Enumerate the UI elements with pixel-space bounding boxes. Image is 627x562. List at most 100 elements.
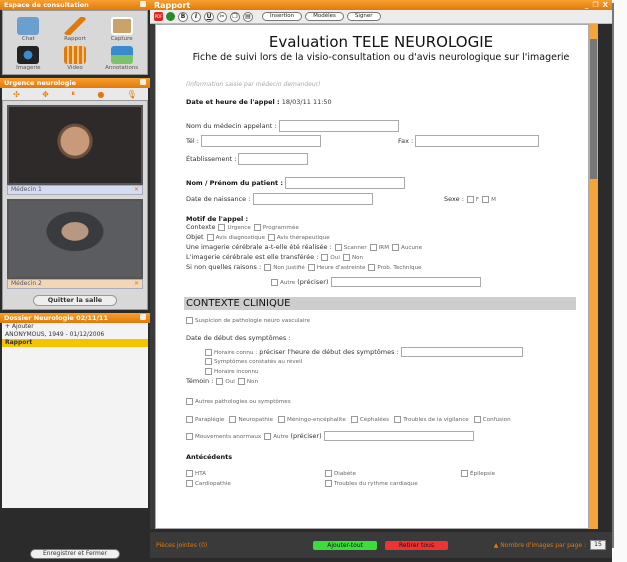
layout-icon[interactable]: ✥	[42, 90, 49, 99]
checkbox[interactable]	[186, 397, 193, 405]
modeles-button[interactable]: Modèles	[305, 12, 344, 21]
scrollbar-thumb[interactable]	[590, 39, 597, 179]
attachments-footer: Pièces jointes (0) Ajouter-tout Retirer …	[150, 532, 612, 558]
medecin-field[interactable]	[278, 120, 399, 132]
report-item[interactable]: Rapport	[2, 339, 148, 347]
sexe-m-checkbox[interactable]	[482, 195, 490, 203]
minimize-icon[interactable]	[140, 1, 146, 7]
minimize-icon[interactable]	[140, 314, 146, 320]
images-per-page-select[interactable]: 15	[590, 540, 606, 550]
remove-all-button[interactable]: Retirer tous	[384, 540, 448, 550]
checkbox[interactable]	[186, 316, 193, 324]
quit-room-button[interactable]: Quitter la salle	[33, 295, 117, 306]
tool-imagerie[interactable]: Imagerie	[6, 44, 51, 71]
record-icon[interactable]: ●	[97, 90, 104, 99]
naissance-label: Date de naissance :	[186, 195, 251, 203]
tool-annotations[interactable]: Annotations	[99, 44, 144, 71]
medecin-label: Nom du médecin appelant :	[186, 122, 277, 130]
checkbox[interactable]	[229, 415, 237, 423]
microphone-icon[interactable]: 🎙	[127, 90, 137, 99]
naissance-field[interactable]	[252, 193, 373, 205]
option-label: Non	[351, 255, 364, 261]
checkbox[interactable]	[321, 253, 329, 261]
checkbox[interactable]	[216, 377, 224, 385]
tel-field[interactable]	[201, 135, 322, 147]
bold-button[interactable]: B	[178, 11, 188, 22]
paste-icon[interactable]: ▤	[243, 11, 253, 22]
checkbox[interactable]	[264, 432, 272, 440]
checkbox[interactable]	[369, 243, 377, 251]
checkbox[interactable]	[278, 415, 286, 423]
checkbox[interactable]	[205, 367, 212, 375]
option-label: Épilepsie	[470, 471, 496, 477]
checkbox[interactable]	[334, 243, 342, 251]
document-scrollbar[interactable]	[589, 24, 598, 529]
checkbox[interactable]	[205, 357, 212, 365]
heure-field[interactable]	[400, 347, 523, 357]
checkbox[interactable]	[205, 348, 212, 356]
medecin-line: Nom du médecin appelant :	[186, 120, 576, 132]
checkbox[interactable]	[461, 469, 468, 477]
sexe-f-checkbox[interactable]	[466, 195, 474, 203]
signer-button[interactable]: Signer	[346, 12, 381, 21]
autre-field[interactable]	[330, 277, 481, 287]
checkbox[interactable]	[271, 278, 278, 286]
patient-field[interactable]	[285, 177, 406, 189]
cut-icon[interactable]: ✂	[217, 11, 227, 22]
italic-button[interactable]: I	[191, 11, 201, 22]
pdf-icon[interactable]: PDF	[154, 12, 163, 21]
checkbox[interactable]	[267, 233, 275, 241]
video-feed-1[interactable]	[7, 105, 143, 185]
add-all-button[interactable]: Ajouter-tout	[313, 540, 377, 550]
symptoms-line: Paraplégie Neuropathie Méningo-encéphali…	[186, 415, 576, 425]
checkbox[interactable]	[394, 415, 402, 423]
tool-rapport[interactable]: Rapport	[53, 14, 98, 42]
checkbox[interactable]	[264, 263, 272, 271]
patient-item[interactable]: ANONYMOUS, 1949 - 01/12/2006	[2, 331, 148, 339]
close-icon[interactable]: ✕	[134, 280, 139, 287]
option-label: Non justifié	[273, 265, 305, 271]
checkbox[interactable]	[325, 469, 332, 477]
copy-icon[interactable]: ❐	[230, 11, 240, 22]
checkbox[interactable]	[253, 223, 261, 231]
pen-icon	[63, 16, 86, 35]
checkbox[interactable]	[368, 263, 376, 271]
video-feed-2[interactable]	[7, 199, 143, 279]
maximize-window-icon[interactable]: ❐	[592, 1, 598, 9]
close-icon[interactable]: ✕	[134, 186, 139, 193]
tool-video[interactable]: Video	[53, 44, 98, 71]
close-window-icon[interactable]: X	[603, 1, 608, 9]
insertion-button[interactable]: Insertion	[262, 12, 303, 21]
autres-path-line: Autres pathologies ou symptômes	[186, 397, 576, 407]
checkbox[interactable]	[186, 415, 193, 423]
checkbox[interactable]	[350, 415, 358, 423]
tool-chat[interactable]: Chat	[6, 14, 51, 42]
minimize-icon[interactable]	[140, 79, 146, 85]
checkbox[interactable]	[186, 479, 193, 487]
mouvements-field[interactable]	[323, 431, 474, 441]
pause-icon[interactable]: ⏸	[71, 89, 75, 99]
option-label: Programmée	[262, 225, 299, 231]
preciser-label: (préciser)	[297, 278, 329, 286]
checkbox[interactable]	[307, 263, 315, 271]
checkbox[interactable]	[218, 223, 226, 231]
temoin-line: Témoin : Oui Non	[186, 377, 576, 387]
checkbox[interactable]	[206, 233, 214, 241]
save-close-button[interactable]: Enregistrer et Fermer	[30, 549, 120, 559]
checkbox[interactable]	[186, 469, 193, 477]
checkbox[interactable]	[342, 253, 350, 261]
add-item[interactable]: + Ajouter	[2, 323, 148, 331]
minimize-window-icon[interactable]: _	[585, 1, 589, 9]
objet-label: Objet	[186, 233, 204, 241]
checkbox[interactable]	[237, 377, 245, 385]
fax-field[interactable]	[415, 135, 540, 147]
etab-field[interactable]	[238, 153, 309, 165]
checkbox[interactable]	[325, 479, 332, 487]
checkbox[interactable]	[186, 432, 193, 440]
checkbox[interactable]	[473, 415, 481, 423]
checkbox[interactable]	[392, 243, 400, 251]
tool-capture[interactable]: Capture	[99, 14, 144, 42]
move-icon[interactable]: ✣	[13, 90, 20, 99]
underline-button[interactable]: U	[204, 11, 214, 22]
print-icon[interactable]	[166, 12, 175, 21]
